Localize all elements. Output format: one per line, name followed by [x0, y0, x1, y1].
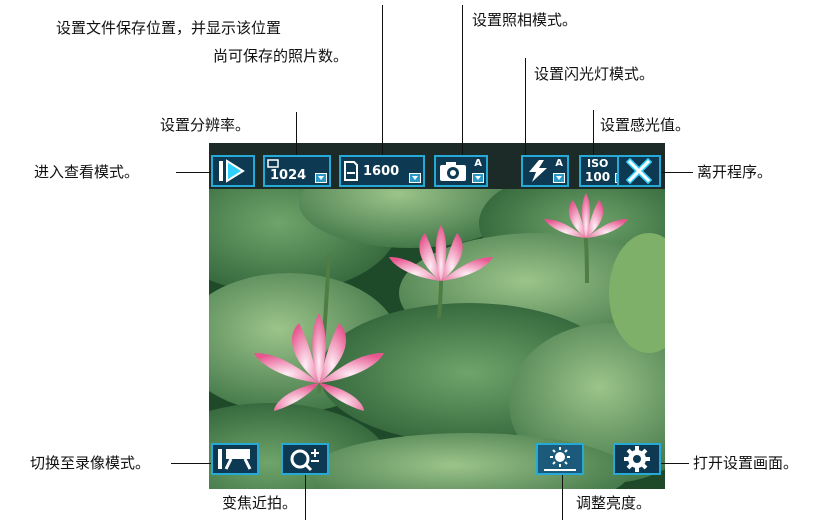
save-location-button[interactable]: 1600 [339, 155, 425, 187]
save-location-dropdown-icon [409, 173, 421, 183]
label-flash-mode: 设置闪光灯模式。 [534, 65, 655, 83]
leader-exit [661, 172, 693, 173]
resolution-value: 1024 [270, 168, 307, 183]
leader-save-location [382, 5, 383, 155]
camera-mode-badge: A [474, 158, 482, 169]
close-icon [625, 157, 653, 185]
leader-brightness [562, 475, 563, 520]
label-save-location-1: 设置文件保存位置，并显示该位置 [56, 19, 282, 37]
label-camera-mode: 设置照相模式。 [472, 11, 578, 29]
label-view-mode: 进入查看模式。 [34, 163, 140, 181]
exit-button[interactable] [617, 155, 661, 187]
viewfinder-photo [209, 143, 665, 489]
video-camera-icon [218, 449, 252, 470]
leader-flash-mode [525, 58, 526, 155]
gear-icon [624, 446, 650, 472]
flash-mode-badge: A [555, 158, 563, 169]
resolution-dropdown-icon [315, 173, 327, 183]
view-mode-button[interactable] [211, 155, 255, 187]
flash-mode-button[interactable]: A [521, 155, 569, 187]
label-save-location-2: 尚可保存的照片数。 [213, 47, 349, 65]
leader-camera-mode [462, 5, 463, 155]
resolution-button[interactable]: 1024 [263, 155, 331, 187]
iso-label: ISO [587, 157, 609, 170]
zoom-macro-button[interactable] [281, 443, 329, 475]
label-iso: 设置感光值。 [600, 116, 691, 134]
leader-settings [661, 463, 689, 464]
label-brightness: 调整亮度。 [576, 494, 652, 512]
camera-icon [440, 162, 466, 181]
flash-mode-dropdown-icon [553, 173, 565, 183]
leader-zoom-macro [305, 475, 306, 520]
camera-mode-dropdown-icon [472, 173, 484, 183]
iso-icon [581, 157, 582, 158]
save-count-value: 1600 [363, 164, 400, 179]
leader-view-mode [176, 172, 211, 173]
settings-button[interactable] [613, 443, 661, 475]
video-mode-button[interactable] [211, 443, 259, 475]
leader-resolution [296, 112, 297, 155]
label-video-mode: 切换至录像模式。 [30, 454, 151, 472]
brightness-button[interactable] [536, 443, 584, 475]
label-settings: 打开设置画面。 [693, 454, 799, 472]
play-icon [219, 159, 245, 183]
leader-iso [593, 110, 594, 155]
label-exit: 离开程序。 [697, 163, 773, 181]
label-resolution: 设置分辨率。 [160, 116, 251, 134]
memory-card-icon [344, 161, 358, 181]
label-zoom-macro: 变焦近拍。 [222, 494, 298, 512]
zoom-macro-icon [290, 449, 319, 472]
camera-mode-button[interactable]: A [434, 155, 488, 187]
brightness-icon [544, 447, 576, 471]
flash-icon [529, 160, 547, 182]
iso-value: 100 [585, 170, 611, 184]
leader-video-mode [171, 463, 211, 464]
